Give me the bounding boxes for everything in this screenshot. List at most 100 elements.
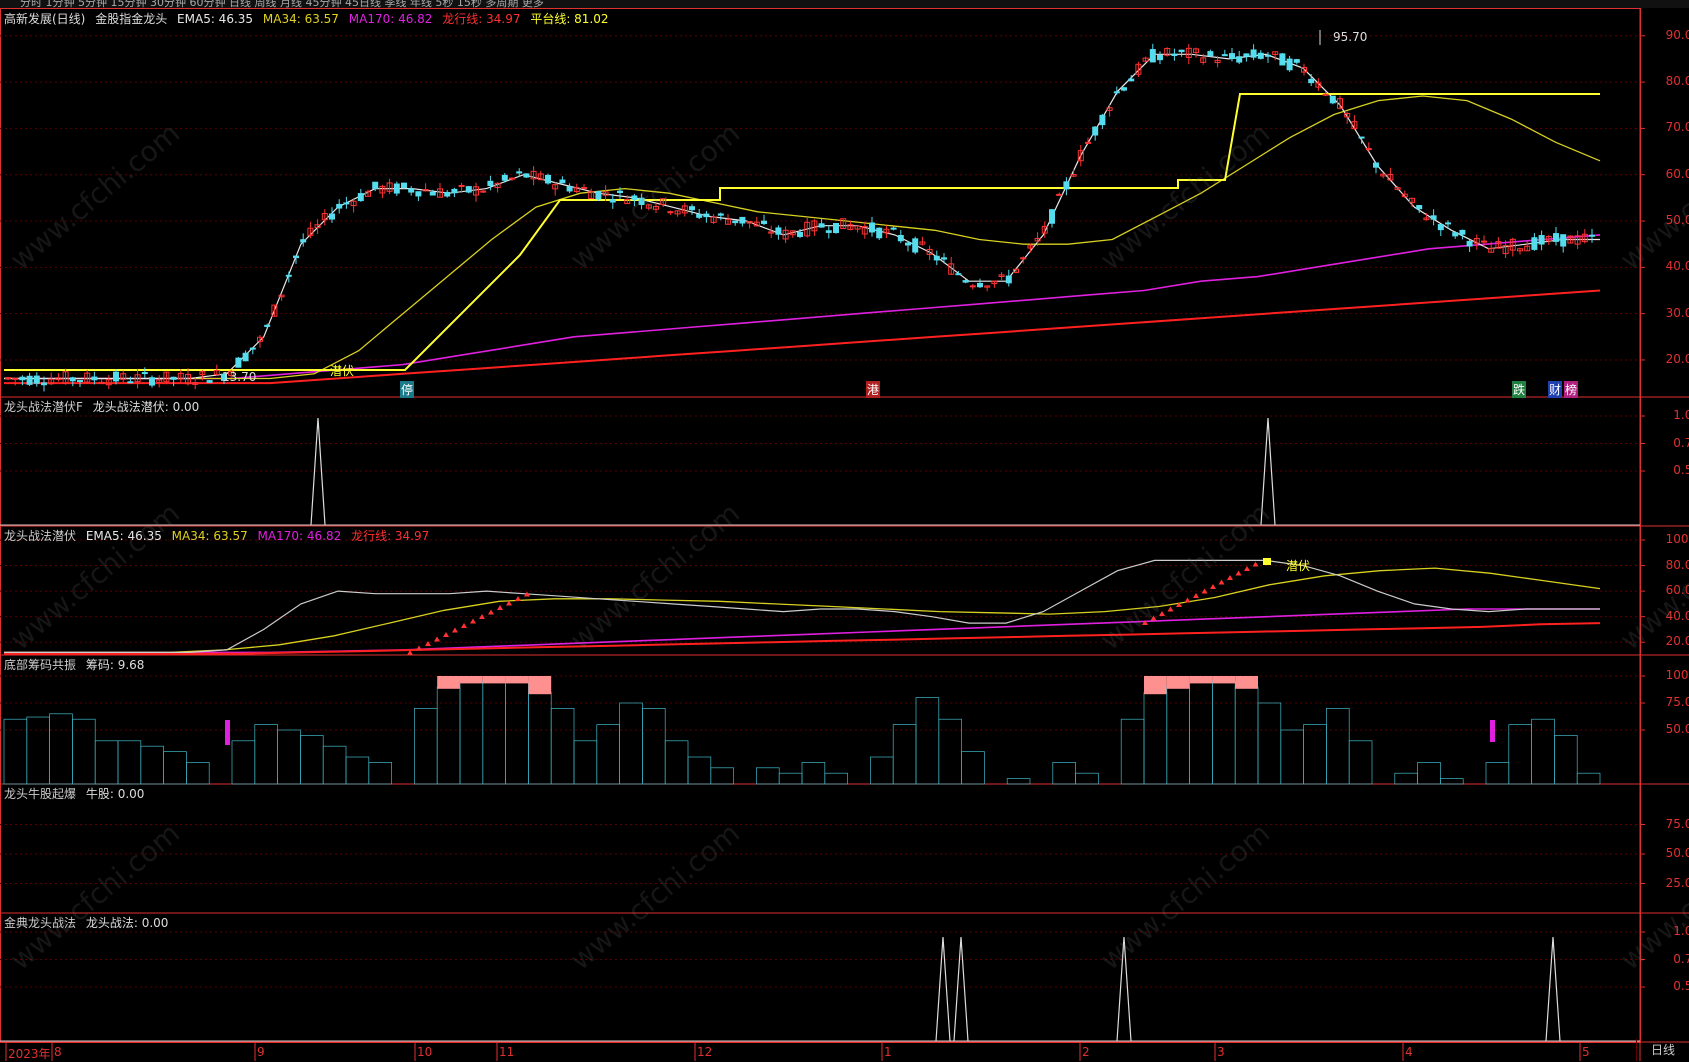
candle-body bbox=[357, 193, 364, 202]
panel2-name[interactable]: 龙头战法潜伏F bbox=[4, 400, 83, 414]
chip-bar bbox=[1212, 681, 1236, 785]
panel3-name[interactable]: 龙头战法潜伏 bbox=[4, 529, 76, 543]
stock-name: 高新发展(日线) bbox=[4, 12, 86, 26]
chip-bar bbox=[596, 724, 620, 785]
panel4-name[interactable]: 底部筹码共振 bbox=[4, 658, 76, 672]
up-arrow bbox=[1227, 575, 1233, 580]
magenta-mark bbox=[1490, 720, 1495, 742]
candle-body bbox=[969, 285, 976, 288]
x-tick-label: 12 bbox=[697, 1045, 713, 1059]
candle-body bbox=[933, 255, 940, 261]
chip-bar bbox=[1440, 778, 1464, 785]
candle-body bbox=[1005, 275, 1012, 284]
candle-body bbox=[1092, 126, 1099, 136]
candle-body bbox=[962, 280, 969, 283]
chip-bar bbox=[573, 740, 598, 785]
bang-marker: 榜 bbox=[1564, 381, 1579, 398]
chip-bar bbox=[3, 718, 28, 785]
x-tick-label: 3 bbox=[1217, 1045, 1225, 1059]
chip-bar bbox=[756, 767, 780, 785]
indicator-name[interactable]: 金股指金龙头 bbox=[95, 12, 167, 26]
x-tick-label: 10 bbox=[417, 1045, 433, 1059]
chip-bar bbox=[163, 751, 187, 785]
chip-bar bbox=[1234, 686, 1259, 785]
chip-bar bbox=[1417, 762, 1441, 785]
candle-body bbox=[1149, 49, 1156, 63]
chip-bar bbox=[870, 756, 894, 785]
candle-body bbox=[1178, 49, 1185, 53]
die-marker: 跌 bbox=[1512, 381, 1527, 398]
chip-cap bbox=[437, 676, 460, 689]
y-tick-label: 40.00 bbox=[1665, 608, 1689, 623]
chip-bar bbox=[414, 708, 438, 785]
period-button[interactable]: 日线 bbox=[1636, 1039, 1689, 1061]
dragon-value: 龙行线: 34.97 bbox=[442, 12, 521, 26]
candle-body bbox=[912, 238, 919, 253]
y-tick-label: 100.0 bbox=[1665, 668, 1689, 682]
up-arrow bbox=[1252, 561, 1259, 567]
candle-body bbox=[1430, 215, 1437, 220]
chip-bar bbox=[1280, 729, 1304, 785]
candle-body bbox=[1437, 224, 1444, 231]
candle-body bbox=[149, 377, 155, 386]
up-arrow bbox=[1193, 593, 1199, 598]
candle-body bbox=[1279, 53, 1286, 66]
y-tick-label: 75.00 bbox=[1665, 695, 1689, 709]
up-arrow bbox=[443, 632, 449, 637]
chip-bar bbox=[117, 740, 142, 785]
y-tick-label: 1.00 bbox=[1673, 924, 1689, 938]
chip-cap bbox=[1212, 676, 1236, 684]
panel3-ema5: EMA5: 46.35 bbox=[85, 529, 162, 543]
up-arrow bbox=[470, 618, 476, 624]
spike-p6 bbox=[953, 936, 969, 1042]
y-tick-label: 70.00 bbox=[1665, 120, 1689, 135]
up-arrow bbox=[1218, 579, 1225, 585]
candle-body bbox=[1063, 181, 1070, 190]
ting-marker: 停 bbox=[400, 381, 415, 398]
x-tick-label: 4 bbox=[1405, 1045, 1413, 1059]
panel6-title: 金典龙头战法 龙头战法: 0.00 bbox=[4, 914, 174, 931]
chip-cap bbox=[482, 676, 506, 684]
up-arrow bbox=[1159, 611, 1165, 616]
spike-p6 bbox=[1116, 936, 1132, 1042]
panel3-ma34: MA34: 63.57 bbox=[171, 529, 248, 543]
chip-bar bbox=[778, 772, 803, 785]
chip-bar bbox=[345, 756, 370, 785]
chip-bar bbox=[277, 729, 301, 785]
y-tick-label: 80.00 bbox=[1665, 557, 1689, 572]
y-tick-label: 60.00 bbox=[1665, 583, 1689, 598]
candle-body bbox=[739, 216, 746, 224]
candle-body bbox=[761, 220, 767, 224]
panel5-name[interactable]: 龙头牛股起爆 bbox=[4, 787, 76, 801]
p3-ema5 bbox=[4, 559, 1600, 653]
chip-bar bbox=[94, 740, 119, 785]
candle-body bbox=[444, 191, 451, 197]
candle-body bbox=[5, 377, 11, 380]
panel5-value: 牛股: 0.00 bbox=[85, 787, 145, 801]
spike-p6 bbox=[935, 936, 951, 1042]
panel6-name[interactable]: 金典龙头战法 bbox=[4, 916, 76, 930]
candle-body bbox=[41, 382, 47, 386]
candle-body bbox=[293, 255, 299, 259]
candle-body bbox=[833, 223, 839, 233]
chip-cap bbox=[1189, 676, 1213, 684]
candle-body bbox=[1121, 87, 1127, 91]
chip-bar bbox=[1394, 772, 1418, 785]
chip-bar bbox=[1006, 778, 1031, 785]
spike-p2 bbox=[310, 417, 326, 526]
up-arrow bbox=[488, 609, 494, 615]
candle-body bbox=[689, 206, 695, 211]
candle-body bbox=[141, 372, 148, 375]
x-tick-label: 1 bbox=[884, 1045, 892, 1059]
candle-body bbox=[890, 227, 897, 230]
candle-body bbox=[509, 177, 515, 180]
candle-body bbox=[329, 213, 335, 220]
y-tick-label: 75.00 bbox=[1665, 816, 1689, 831]
candle-body bbox=[1049, 209, 1055, 224]
panel6-value: 龙头战法: 0.00 bbox=[85, 916, 169, 930]
y-tick-label: 20.00 bbox=[1665, 634, 1689, 649]
chip-cap bbox=[528, 676, 552, 695]
candle-body bbox=[977, 282, 983, 288]
x-tick-label: 2 bbox=[1082, 1045, 1090, 1059]
candle-body bbox=[1171, 53, 1178, 57]
